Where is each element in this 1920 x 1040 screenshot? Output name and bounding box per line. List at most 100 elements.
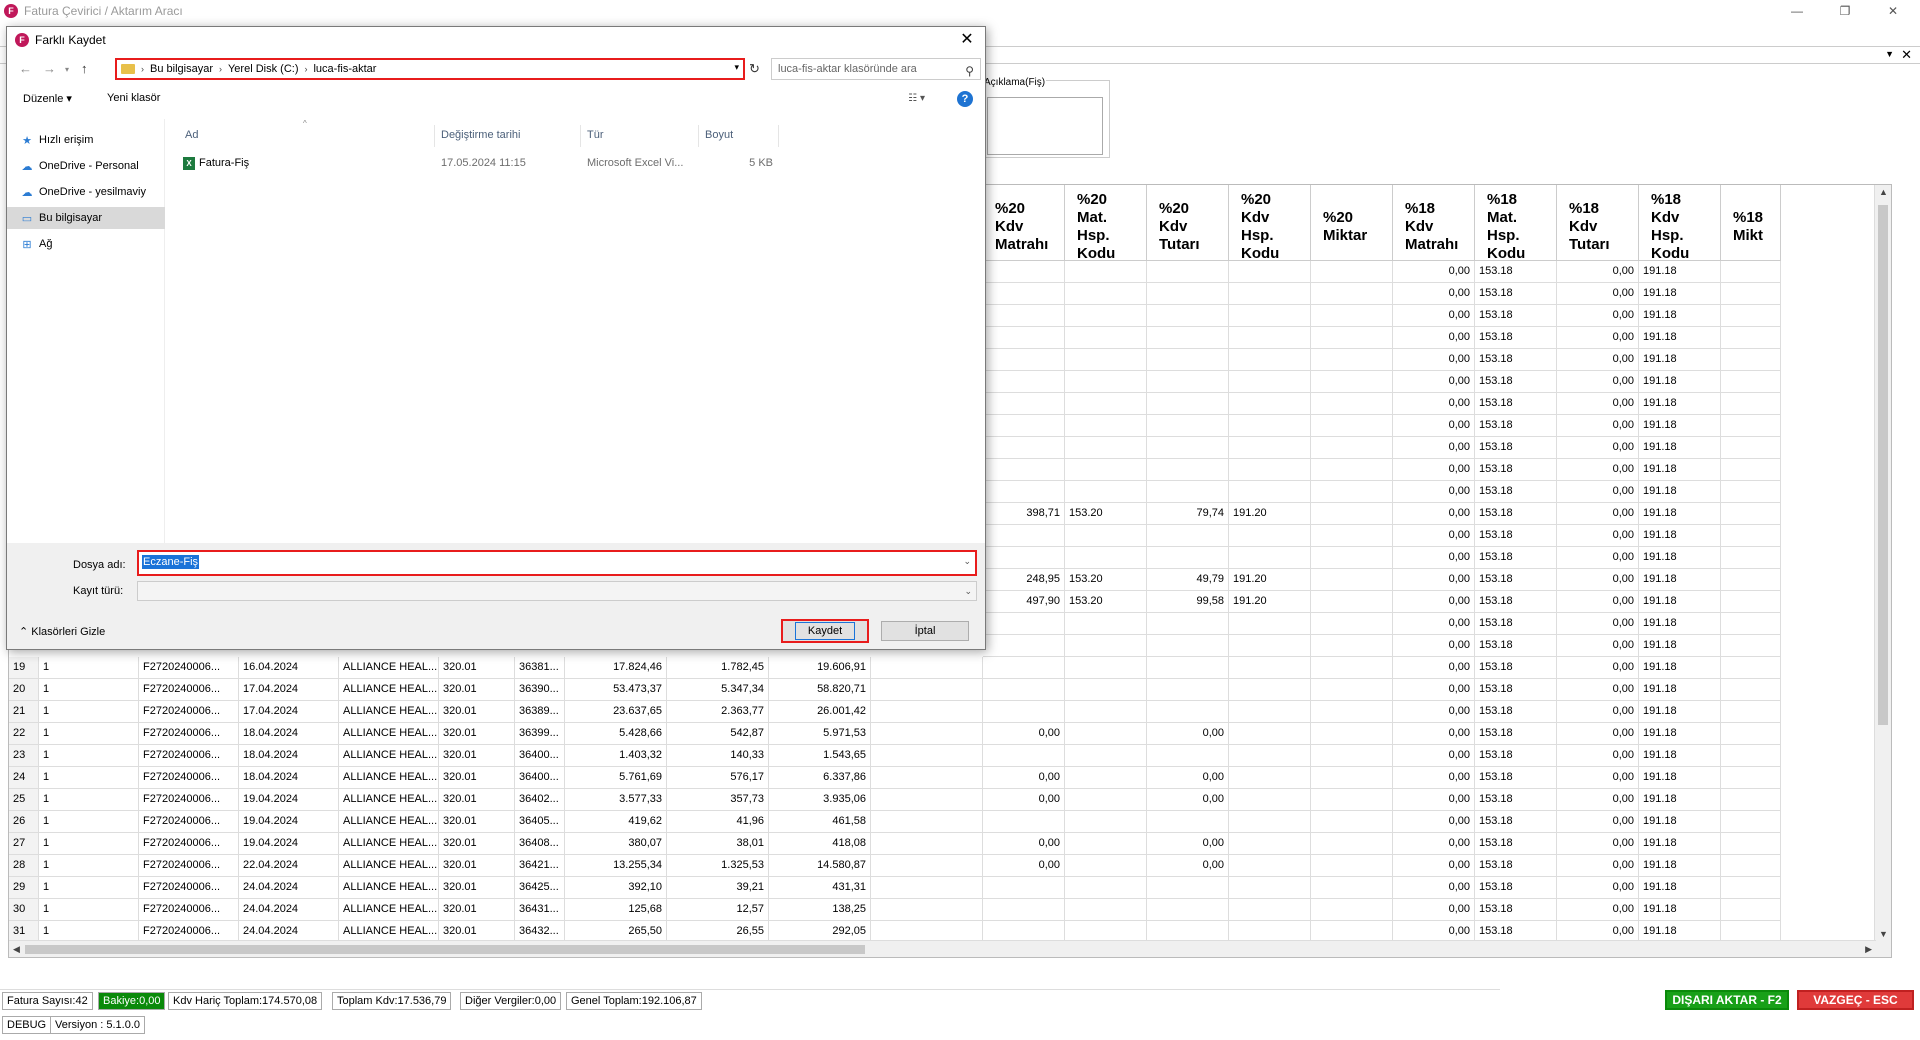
cell-18-mat-hsp[interactable]: 153.18 [1475,305,1557,327]
address-bar[interactable]: › Bu bilgisayar › Yerel Disk (C:) › luca… [115,58,745,80]
cell-tip[interactable]: 1 [39,899,139,921]
cell-kdv[interactable]: 1.782,45 [667,657,769,679]
cell-20-kdv-matrah[interactable] [983,657,1065,679]
table-row[interactable]: 27 1 F2720240006... 19.04.2024 ALLIANCE HEAL… [9,833,1891,855]
cell-18-kdv-matrah[interactable]: 0,00 [1393,327,1475,349]
cell-18-kdv-matrah[interactable]: 0,00 [1393,525,1475,547]
cell-20-kdv-matrah[interactable] [983,811,1065,833]
cell-18-kdv-matrah[interactable]: 0,00 [1393,437,1475,459]
cell-18-mat-hsp[interactable]: 153.18 [1475,635,1557,657]
cell-18-kdv-matrah[interactable]: 0,00 [1393,767,1475,789]
cell-tip[interactable]: 1 [39,679,139,701]
cell-kdv[interactable]: 542,87 [667,723,769,745]
cell-18-kdv-tutar[interactable]: 0,00 [1557,591,1639,613]
cell-matrah[interactable]: 392,10 [565,877,667,899]
cell-20-kdv-hsp[interactable] [1229,613,1311,635]
cell-20-kdv-hsp[interactable] [1229,547,1311,569]
cell-18-kdv-matrah[interactable]: 0,00 [1393,899,1475,921]
cell-20-mat-hsp[interactable] [1065,723,1147,745]
cell-18-kdv-hsp[interactable]: 191.18 [1639,745,1721,767]
cell-matrah[interactable]: 380,07 [565,833,667,855]
scroll-left-icon[interactable]: ◀ [13,944,20,955]
table-row[interactable]: 20 1 F2720240006... 17.04.2024 ALLIANCE HEAL… [9,679,1891,701]
cell-20-kdv-tutar[interactable] [1147,459,1229,481]
file-type-select[interactable]: ⌄ [137,581,977,601]
cancel-button[interactable]: İptal [881,621,969,641]
cell-18-kdv-matrah[interactable]: 0,00 [1393,657,1475,679]
cell-20-kdv-tutar[interactable] [1147,327,1229,349]
cell-row-number[interactable]: 30 [9,899,39,921]
cell-18-kdv-tutar[interactable]: 0,00 [1557,547,1639,569]
cell-18-kdv-tutar[interactable]: 0,00 [1557,393,1639,415]
cell-fatura-no[interactable]: F2720240006... [139,855,239,877]
cell-20-kdv-tutar[interactable]: 0,00 [1147,855,1229,877]
cell-20-miktar[interactable] [1311,899,1393,921]
cell-kdv[interactable]: 41,96 [667,811,769,833]
cell-18-mat-hsp[interactable]: 153.18 [1475,679,1557,701]
cell-kod[interactable]: 36421... [515,855,565,877]
cell-tip[interactable]: 1 [39,833,139,855]
cell-20-kdv-tutar[interactable] [1147,481,1229,503]
cell-18-kdv-tutar[interactable]: 0,00 [1557,767,1639,789]
cell-20-kdv-tutar[interactable]: 0,00 [1147,833,1229,855]
cell-18-kdv-hsp[interactable]: 191.18 [1639,547,1721,569]
cell-18-kdv-hsp[interactable]: 191.18 [1639,481,1721,503]
cell-18-miktar[interactable] [1721,327,1781,349]
cell-18-kdv-hsp[interactable]: 191.18 [1639,701,1721,723]
cell-20-kdv-matrah[interactable] [983,283,1065,305]
cell-20-mat-hsp[interactable] [1065,437,1147,459]
cell-row-number[interactable]: 28 [9,855,39,877]
cell-18-kdv-hsp[interactable]: 191.18 [1639,657,1721,679]
cell-tip[interactable]: 1 [39,789,139,811]
cell-18-kdv-matrah[interactable]: 0,00 [1393,877,1475,899]
cell-20-kdv-matrah[interactable]: 398,71 [983,503,1065,525]
cell-18-kdv-hsp[interactable]: 191.18 [1639,899,1721,921]
cell-18-kdv-hsp[interactable]: 191.18 [1639,569,1721,591]
cell-20-mat-hsp[interactable] [1065,261,1147,283]
cell-20-kdv-tutar[interactable] [1147,415,1229,437]
cell-20-miktar[interactable] [1311,327,1393,349]
cell-hesap-kodu[interactable]: 320.01 [439,877,515,899]
cell-18-kdv-matrah[interactable]: 0,00 [1393,745,1475,767]
cell-firma[interactable]: ALLIANCE HEAL... [339,679,439,701]
cell-firma[interactable]: ALLIANCE HEAL... [339,811,439,833]
cell-tip[interactable]: 1 [39,701,139,723]
table-row[interactable]: 30 1 F2720240006... 24.04.2024 ALLIANCE HEAL… [9,899,1891,921]
cell-18-mat-hsp[interactable]: 153.18 [1475,393,1557,415]
cell-18-kdv-tutar[interactable]: 0,00 [1557,261,1639,283]
cell-row-number[interactable]: 25 [9,789,39,811]
cell-tip[interactable]: 1 [39,877,139,899]
horizontal-scroll-thumb[interactable] [25,945,865,954]
cell-18-miktar[interactable] [1721,767,1781,789]
cell-20-miktar[interactable] [1311,811,1393,833]
cell-18-kdv-matrah[interactable]: 0,00 [1393,547,1475,569]
vazgec-button[interactable]: VAZGEÇ - ESC [1797,990,1914,1010]
cell-20-miktar[interactable] [1311,283,1393,305]
cell-18-kdv-matrah[interactable]: 0,00 [1393,305,1475,327]
horizontal-scrollbar[interactable]: ◀ ▶ [9,940,1876,957]
cell-firma[interactable]: ALLIANCE HEAL... [339,767,439,789]
cell-empty[interactable] [871,811,983,833]
cell-toplam[interactable]: 19.606,91 [769,657,871,679]
dialog-close-icon[interactable]: ✕ [955,29,979,49]
cell-fatura-no[interactable]: F2720240006... [139,723,239,745]
cell-matrah[interactable]: 13.255,34 [565,855,667,877]
cell-18-kdv-hsp[interactable]: 191.18 [1639,415,1721,437]
cell-toplam[interactable]: 418,08 [769,833,871,855]
cell-20-kdv-tutar[interactable] [1147,701,1229,723]
cell-kod[interactable]: 36431... [515,899,565,921]
cell-18-kdv-tutar[interactable]: 0,00 [1557,283,1639,305]
cell-18-miktar[interactable] [1721,833,1781,855]
cell-kod[interactable]: 36408... [515,833,565,855]
cell-20-kdv-tutar[interactable]: 0,00 [1147,789,1229,811]
cell-tarih[interactable]: 18.04.2024 [239,723,339,745]
cell-20-kdv-hsp[interactable]: 191.20 [1229,591,1311,613]
new-folder-button[interactable]: Yeni klasör [107,92,160,104]
cell-kod[interactable]: 36381... [515,657,565,679]
cell-toplam[interactable]: 138,25 [769,899,871,921]
cell-18-kdv-matrah[interactable]: 0,00 [1393,591,1475,613]
cell-toplam[interactable]: 26.001,42 [769,701,871,723]
vertical-scrollbar[interactable]: ▲ ▼ [1874,185,1891,957]
grid-column-header[interactable]: %20 Kdv Matrahı [983,185,1065,261]
grid-column-header[interactable]: %20 Kdv Tutarı [1147,185,1229,261]
